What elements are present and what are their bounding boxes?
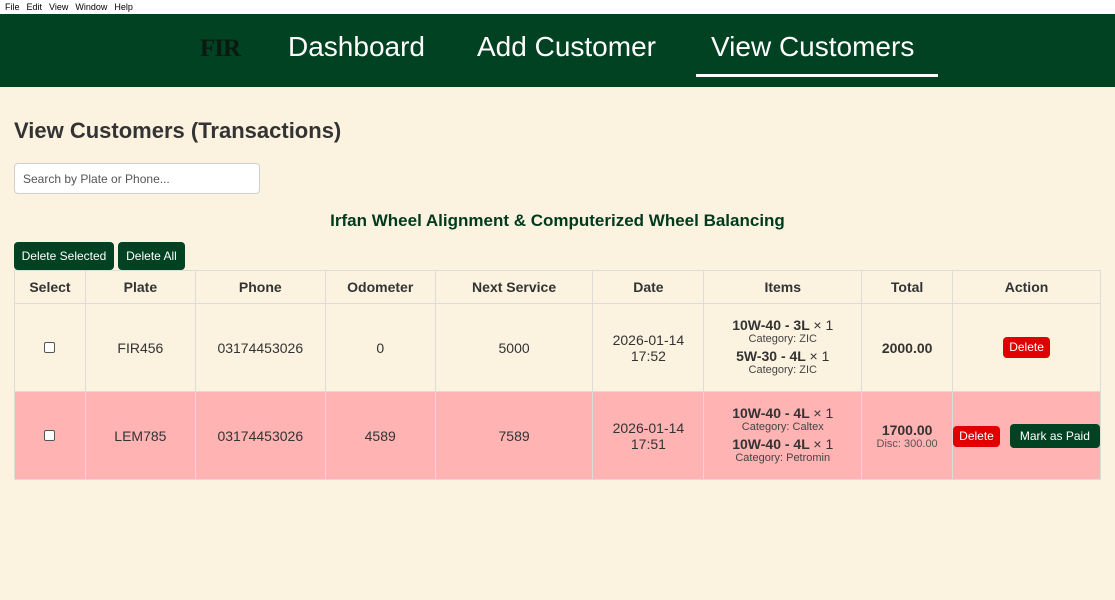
- item-qty: × 1: [813, 404, 834, 421]
- action-cell: Delete Mark as Paid: [952, 391, 1101, 480]
- item-category: Category: Caltex: [741, 420, 824, 433]
- active-nav-indicator: [696, 74, 938, 77]
- item-line: 10W-40 - 4L × 1: [704, 405, 861, 421]
- item-category: Category: ZIC: [748, 363, 817, 376]
- row-checkbox[interactable]: [44, 429, 56, 441]
- brand-logo[interactable]: FIR: [200, 35, 241, 63]
- total-cell: 2000.00: [861, 303, 954, 392]
- item-name: 10W-40 - 4L: [732, 404, 810, 421]
- item-qty: × 1: [813, 316, 834, 333]
- time-text: 17:52: [630, 347, 666, 364]
- header-total: Total: [861, 270, 954, 304]
- nav-dashboard[interactable]: Dashboard: [288, 31, 425, 63]
- item-qty: × 1: [809, 347, 830, 364]
- phone-cell: 03174453026: [194, 391, 326, 480]
- menu-file[interactable]: File: [5, 2, 20, 12]
- navbar: FIR Dashboard Add Customer View Customer…: [0, 14, 1115, 87]
- select-cell: [14, 303, 86, 392]
- menu-edit[interactable]: Edit: [27, 2, 43, 12]
- business-name: Irfan Wheel Alignment & Computerized Whe…: [330, 211, 785, 230]
- items-cell: 10W-40 - 3L × 1 Category: ZIC 5W-30 - 4L…: [703, 303, 863, 392]
- plate-cell: LEM785: [84, 391, 196, 480]
- plate-cell: FIR456: [84, 303, 196, 392]
- header-action: Action: [952, 270, 1101, 304]
- action-cell: Delete: [952, 303, 1101, 392]
- total-amount: 2000.00: [881, 339, 933, 356]
- nav-add-customer[interactable]: Add Customer: [477, 31, 656, 63]
- delete-selected-button[interactable]: Delete Selected: [14, 242, 114, 270]
- menu-help[interactable]: Help: [114, 2, 133, 12]
- next-service-cell: 5000: [434, 303, 594, 392]
- header-next-service: Next Service: [434, 270, 594, 304]
- menu-view[interactable]: View: [49, 2, 68, 12]
- time-text: 17:51: [630, 435, 666, 452]
- item-line: 10W-40 - 3L × 1: [704, 317, 861, 333]
- delete-button[interactable]: Delete: [953, 425, 1000, 447]
- header-date: Date: [592, 270, 705, 304]
- odometer-cell: 0: [324, 303, 436, 392]
- header-select: Select: [14, 270, 86, 304]
- item-qty: × 1: [813, 435, 834, 452]
- total-amount: 1700.00: [881, 421, 933, 438]
- menu-bar: File Edit View Window Help: [0, 0, 1115, 14]
- table-header-row: Select Plate Phone Odometer Next Service…: [14, 270, 1101, 304]
- delete-all-button[interactable]: Delete All: [118, 242, 185, 270]
- item-category: Category: Petromin: [735, 451, 831, 464]
- item-line: 5W-30 - 4L × 1: [704, 348, 861, 364]
- header-phone: Phone: [194, 270, 326, 304]
- items-cell: 10W-40 - 4L × 1 Category: Caltex 10W-40 …: [703, 391, 863, 480]
- header-items: Items: [703, 270, 863, 304]
- date-text: 2026-01-14: [612, 419, 685, 436]
- date-cell: 2026-01-14 17:51: [592, 391, 705, 480]
- item-name: 5W-30 - 4L: [736, 347, 806, 364]
- discount-text: Disc: 300.00: [876, 437, 938, 450]
- mark-as-paid-button[interactable]: Mark as Paid: [1009, 423, 1100, 448]
- odometer-cell: 4589: [324, 391, 436, 480]
- item-category: Category: ZIC: [748, 332, 817, 345]
- select-cell: [14, 391, 86, 480]
- row-checkbox[interactable]: [44, 341, 56, 353]
- header-odometer: Odometer: [324, 270, 436, 304]
- page-title: View Customers (Transactions): [14, 118, 342, 143]
- item-name: 10W-40 - 3L: [732, 316, 810, 333]
- delete-button[interactable]: Delete: [1003, 337, 1050, 358]
- item-line: 10W-40 - 4L × 1: [704, 436, 861, 452]
- next-service-cell: 7589: [434, 391, 594, 480]
- table-row: FIR456 03174453026 0 5000 2026-01-14 17:…: [14, 303, 1101, 392]
- date-text: 2026-01-14: [612, 331, 685, 348]
- date-cell: 2026-01-14 17:52: [592, 303, 705, 392]
- phone-cell: 03174453026: [194, 303, 326, 392]
- menu-window[interactable]: Window: [75, 2, 107, 12]
- total-cell: 1700.00 Disc: 300.00: [861, 391, 954, 480]
- item-name: 10W-40 - 4L: [732, 435, 810, 452]
- nav-view-customers[interactable]: View Customers: [711, 31, 914, 63]
- search-input[interactable]: [14, 163, 260, 194]
- table-row: LEM785 03174453026 4589 7589 2026-01-14 …: [14, 391, 1101, 480]
- header-plate: Plate: [84, 270, 196, 304]
- transactions-table: Select Plate Phone Odometer Next Service…: [14, 270, 1101, 480]
